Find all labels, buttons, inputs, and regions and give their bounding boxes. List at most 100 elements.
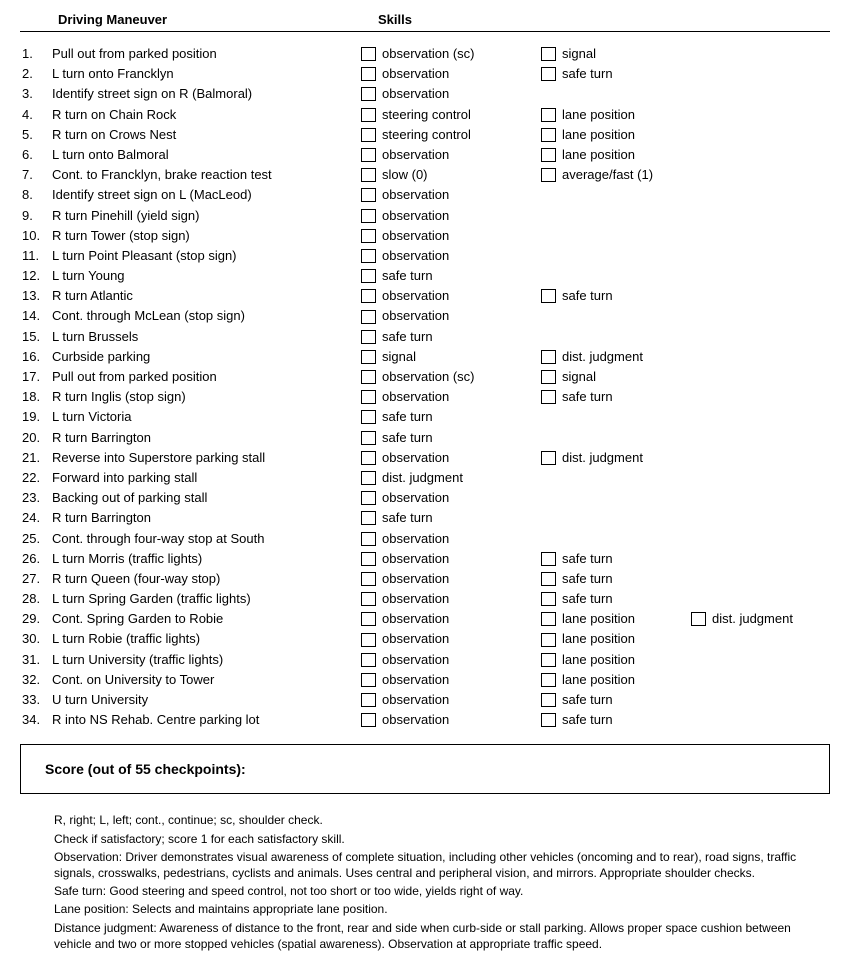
checkbox[interactable] — [361, 249, 376, 263]
table-row: 28.L turn Spring Garden (traffic lights)… — [20, 589, 830, 609]
skill-item: dist. judgment — [691, 609, 811, 629]
checkbox[interactable] — [361, 410, 376, 424]
checkbox[interactable] — [541, 693, 556, 707]
skill-item: observation — [361, 609, 541, 629]
skill-item: safe turn — [361, 428, 541, 448]
checkbox[interactable] — [361, 451, 376, 465]
checkbox[interactable] — [541, 390, 556, 404]
checkbox[interactable] — [541, 47, 556, 61]
skill-item: lane position — [541, 670, 691, 690]
checkbox[interactable] — [361, 633, 376, 647]
skill-label: observation — [382, 609, 449, 629]
checkbox[interactable] — [361, 67, 376, 81]
checkbox[interactable] — [361, 693, 376, 707]
checkbox[interactable] — [361, 310, 376, 324]
checkbox[interactable] — [361, 572, 376, 586]
row-number: 25. — [20, 529, 52, 549]
skill-item: safe turn — [541, 589, 691, 609]
skill-item: observation — [361, 589, 541, 609]
checkbox[interactable] — [361, 612, 376, 626]
skill-item: average/fast (1) — [541, 165, 691, 185]
checkbox[interactable] — [541, 148, 556, 162]
skill-item: observation — [361, 306, 541, 326]
checkbox[interactable] — [361, 148, 376, 162]
skills-cell: observationsafe turn — [361, 589, 691, 609]
skills-cell: observationlane position — [361, 145, 691, 165]
skills-cell: observation (sc)signal — [361, 367, 691, 387]
skills-cell: observation — [361, 185, 541, 205]
checkbox[interactable] — [361, 128, 376, 142]
checkbox[interactable] — [361, 47, 376, 61]
checkbox[interactable] — [361, 229, 376, 243]
checkbox[interactable] — [541, 633, 556, 647]
checkbox[interactable] — [361, 511, 376, 525]
checkbox[interactable] — [541, 612, 556, 626]
skill-label: observation — [382, 246, 449, 266]
skills-cell: signaldist. judgment — [361, 347, 691, 367]
checkbox[interactable] — [541, 713, 556, 727]
checkbox[interactable] — [541, 289, 556, 303]
maneuver-text: L turn Robie (traffic lights) — [52, 629, 361, 649]
skills-cell: observation — [361, 84, 541, 104]
row-number: 6. — [20, 145, 52, 165]
row-number: 17. — [20, 367, 52, 387]
checkbox[interactable] — [361, 168, 376, 182]
skill-item: observation — [361, 710, 541, 730]
checkbox[interactable] — [691, 612, 706, 626]
maneuver-text: R turn Barrington — [52, 428, 361, 448]
skill-item: safe turn — [541, 710, 691, 730]
row-number: 24. — [20, 508, 52, 528]
checkbox[interactable] — [541, 451, 556, 465]
checkbox[interactable] — [361, 370, 376, 384]
table-row: 24.R turn Barringtonsafe turn — [20, 508, 830, 528]
checkbox[interactable] — [361, 592, 376, 606]
checkbox[interactable] — [361, 713, 376, 727]
checkbox[interactable] — [361, 87, 376, 101]
skill-item: safe turn — [541, 569, 691, 589]
checkbox[interactable] — [541, 168, 556, 182]
skills-cell: slow (0)average/fast (1) — [361, 165, 691, 185]
checkbox[interactable] — [541, 592, 556, 606]
checkbox[interactable] — [541, 128, 556, 142]
checkbox[interactable] — [361, 350, 376, 364]
checkbox[interactable] — [361, 330, 376, 344]
checkbox[interactable] — [541, 673, 556, 687]
checkbox[interactable] — [361, 491, 376, 505]
checkbox[interactable] — [541, 552, 556, 566]
skill-label: safe turn — [562, 710, 613, 730]
skill-label: steering control — [382, 105, 471, 125]
maneuver-text: Pull out from parked position — [52, 44, 361, 64]
checkbox[interactable] — [541, 67, 556, 81]
checkbox[interactable] — [361, 552, 376, 566]
checkbox[interactable] — [541, 108, 556, 122]
maneuver-text: R turn Tower (stop sign) — [52, 226, 361, 246]
checkbox[interactable] — [361, 188, 376, 202]
checkbox[interactable] — [361, 471, 376, 485]
checkbox[interactable] — [541, 350, 556, 364]
checkbox[interactable] — [541, 572, 556, 586]
checkbox[interactable] — [361, 431, 376, 445]
checkbox[interactable] — [541, 653, 556, 667]
checkbox[interactable] — [361, 209, 376, 223]
checkbox[interactable] — [361, 673, 376, 687]
checkbox[interactable] — [361, 269, 376, 283]
maneuver-text: Reverse into Superstore parking stall — [52, 448, 361, 468]
skill-label: observation — [382, 670, 449, 690]
checkbox[interactable] — [361, 390, 376, 404]
checkbox[interactable] — [361, 653, 376, 667]
skills-cell: observation — [361, 306, 541, 326]
table-row: 7.Cont. to Francklyn, brake reaction tes… — [20, 165, 830, 185]
skill-label: signal — [562, 44, 596, 64]
maneuver-text: R turn on Crows Nest — [52, 125, 361, 145]
skill-item: observation — [361, 529, 541, 549]
table-row: 11.L turn Point Pleasant (stop sign)obse… — [20, 246, 830, 266]
skill-item: slow (0) — [361, 165, 541, 185]
skill-label: safe turn — [382, 428, 433, 448]
checkbox[interactable] — [361, 289, 376, 303]
checkbox[interactable] — [541, 370, 556, 384]
skill-label: observation — [382, 226, 449, 246]
checkbox[interactable] — [361, 108, 376, 122]
skill-item: lane position — [541, 650, 691, 670]
skill-label: lane position — [562, 650, 635, 670]
checkbox[interactable] — [361, 532, 376, 546]
